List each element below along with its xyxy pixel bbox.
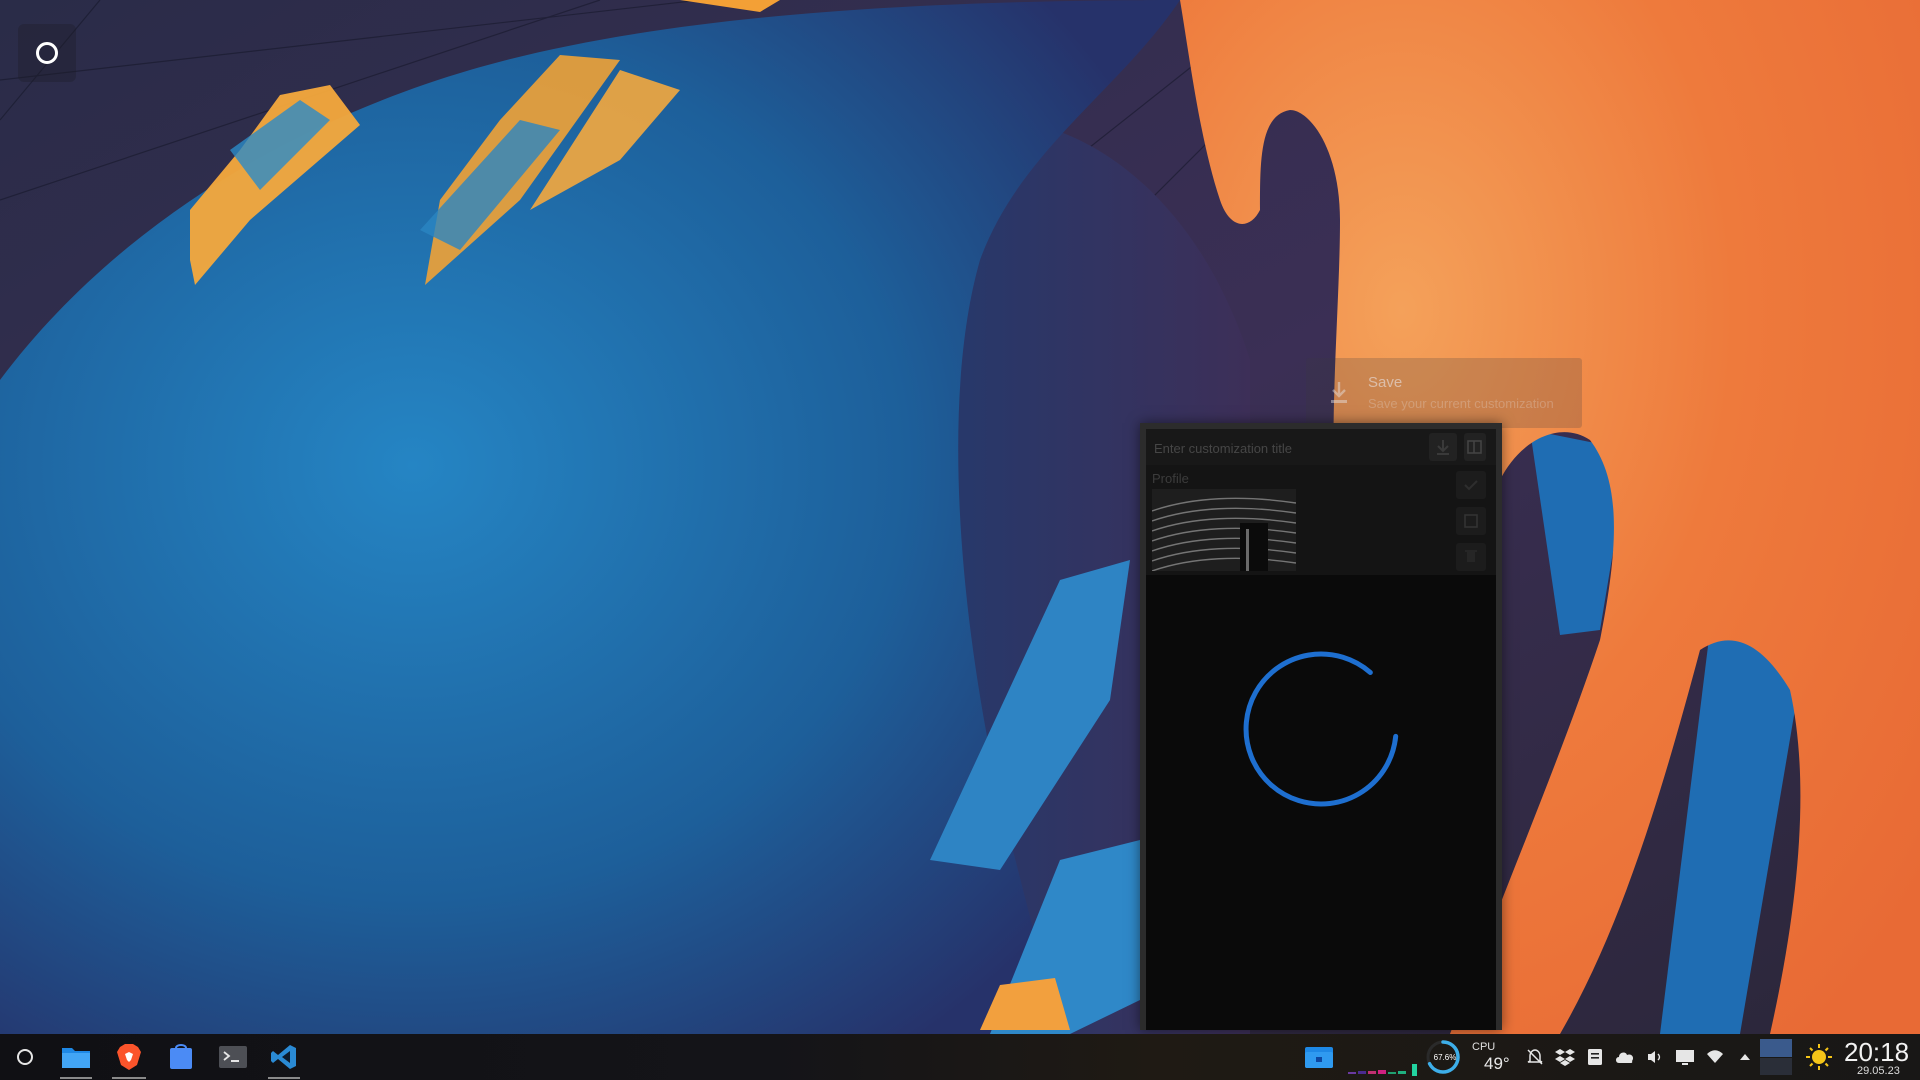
vscode-icon: [271, 1045, 296, 1069]
folder-icon: [62, 1048, 90, 1068]
clipboard-button[interactable]: [1583, 1045, 1607, 1069]
sun-icon: [1806, 1044, 1832, 1070]
customization-title-input[interactable]: [1152, 437, 1416, 459]
circle-icon: [36, 42, 58, 64]
active-indicator: [268, 1077, 300, 1079]
cpu-label: CPU: [1472, 1041, 1496, 1053]
weather-widget[interactable]: [1806, 1044, 1832, 1070]
profile-label: Profile: [1152, 471, 1189, 486]
notifications-button[interactable]: [1523, 1045, 1547, 1069]
clock-time[interactable]: 20:18: [1844, 1037, 1909, 1068]
desktop-launcher-button[interactable]: [18, 24, 76, 82]
profile-card[interactable]: Profile: [1146, 465, 1496, 575]
open-icon: [1467, 440, 1482, 454]
delete-profile-button[interactable]: [1456, 543, 1486, 571]
dropbox-button[interactable]: [1553, 1045, 1577, 1069]
notifications-disabled-icon: [1527, 1049, 1543, 1065]
tray-plugin-button[interactable]: [1302, 1034, 1336, 1080]
taskbar: 67.6% CPU 49° 20:18 29.05.23: [0, 1034, 1920, 1080]
taskbar-app-vscode[interactable]: [264, 1034, 304, 1080]
expand-arrow-icon: [1740, 1054, 1750, 1060]
wifi-icon: [1707, 1050, 1723, 1063]
dropbox-icon: [1555, 1049, 1575, 1066]
edit-profile-button[interactable]: [1456, 507, 1486, 535]
cloud-button[interactable]: [1613, 1045, 1637, 1069]
desktop-pager[interactable]: [1760, 1039, 1792, 1075]
store-icon: [170, 1044, 192, 1069]
download-icon: [1331, 382, 1347, 403]
check-icon: [1464, 480, 1478, 491]
download-icon: [1437, 440, 1449, 455]
pager-desktop-1[interactable]: [1760, 1039, 1792, 1057]
cpu-temperature: 49°: [1484, 1054, 1510, 1073]
edit-icon: [1464, 514, 1478, 528]
tray-expand-button[interactable]: [1733, 1045, 1757, 1069]
tooltip-subtitle: Save your current customization: [1368, 396, 1554, 411]
taskbar-app-brave[interactable]: [108, 1034, 150, 1080]
volume-button[interactable]: [1643, 1045, 1667, 1069]
cpu-usage-graph: [1348, 1064, 1417, 1076]
trash-icon: [1465, 550, 1477, 562]
cloud-icon: [1616, 1052, 1634, 1063]
brave-icon: [117, 1044, 141, 1070]
save-tooltip: Save Save your current customization: [1306, 358, 1582, 428]
cpu-gauge-value: 67.6%: [1433, 1053, 1457, 1062]
loading-spinner: [1243, 651, 1399, 807]
save-customization-button[interactable]: [1429, 433, 1457, 461]
clipboard-icon: [1588, 1049, 1602, 1065]
profile-thumbnail: [1152, 489, 1296, 571]
clock-date: 29.05.23: [1857, 1065, 1900, 1077]
pager-desktop-2[interactable]: [1760, 1058, 1792, 1075]
tooltip-title: Save: [1368, 374, 1403, 391]
customization-popup: Profile: [1140, 423, 1502, 1030]
popup-header: [1146, 429, 1496, 465]
open-customization-button[interactable]: [1464, 433, 1486, 461]
volume-icon: [1648, 1051, 1661, 1063]
active-indicator: [60, 1077, 92, 1079]
desktop-wallpaper: [0, 0, 1920, 1080]
apply-profile-button[interactable]: [1456, 471, 1486, 499]
network-button[interactable]: [1703, 1045, 1727, 1069]
display-icon: [1676, 1050, 1694, 1065]
taskbar-app-dolphin[interactable]: [56, 1034, 96, 1080]
terminal-icon: [219, 1046, 247, 1068]
display-button[interactable]: [1673, 1045, 1697, 1069]
taskbar-app-discover[interactable]: [162, 1034, 200, 1080]
folder-icon: [1305, 1047, 1333, 1068]
taskbar-app-konsole[interactable]: [214, 1034, 252, 1080]
app-launcher-button[interactable]: [8, 1034, 42, 1080]
active-indicator: [112, 1077, 146, 1079]
launcher-icon: [17, 1049, 33, 1065]
